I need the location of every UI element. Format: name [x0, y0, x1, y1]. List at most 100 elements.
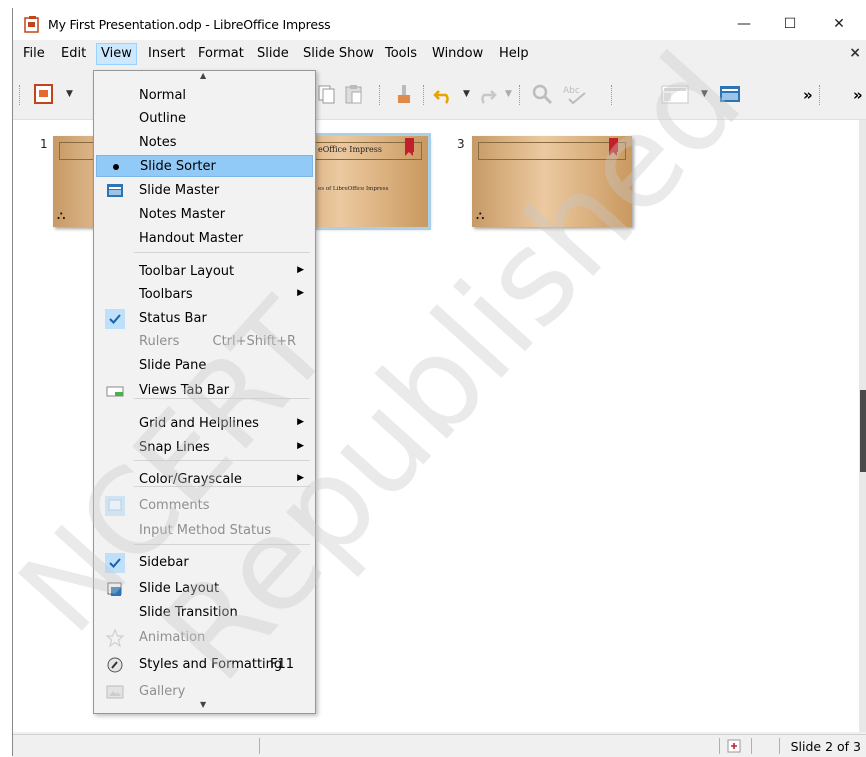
slide-master-icon	[105, 181, 125, 201]
title-bar: My First Presentation.odp - LibreOffice …	[13, 8, 866, 40]
styles-icon	[105, 655, 125, 675]
menu-item-slide-master[interactable]: Slide Master	[96, 180, 313, 202]
ribbon-icon	[405, 138, 414, 156]
ribbon-icon	[609, 138, 618, 156]
menu-item-slide-sorter[interactable]: Slide Sorter	[96, 155, 313, 177]
menu-item-shortcut: F11	[269, 657, 294, 672]
submenu-arrow-icon: ▶	[297, 265, 304, 275]
slide-layout-icon	[105, 579, 125, 599]
menu-item-rulers[interactable]: Rulers Ctrl+Shift+R	[96, 331, 313, 353]
slide-number: 1	[40, 137, 48, 151]
clone-formatting-icon[interactable]	[393, 83, 415, 105]
submenu-arrow-icon: ▶	[297, 288, 304, 298]
close-button[interactable]: ✕	[816, 8, 862, 40]
menu-item-normal[interactable]: Normal	[96, 85, 313, 107]
menu-item-input-method-status[interactable]: Input Method Status	[96, 520, 313, 542]
redo-icon[interactable]	[475, 83, 497, 105]
menu-item-label: Animation	[139, 630, 206, 645]
toolbar-separator	[379, 85, 381, 105]
spelling-icon[interactable]: Abc	[561, 83, 591, 105]
menu-item-styles-and-formatting[interactable]: Styles and Formatting F11	[96, 654, 313, 676]
maximize-button[interactable]: ☐	[767, 8, 813, 40]
menu-file[interactable]: File	[19, 44, 49, 64]
display-views-icon[interactable]	[661, 83, 689, 105]
menu-separator	[134, 460, 310, 461]
document-modified-icon[interactable]	[727, 739, 741, 753]
menu-slide-show[interactable]: Slide Show	[299, 44, 378, 64]
scroll-up-arrow-icon[interactable]: ▲	[200, 71, 206, 80]
menu-item-handout-master[interactable]: Handout Master	[96, 228, 313, 250]
menu-item-toolbar-layout[interactable]: Toolbar Layout ▶	[96, 261, 313, 283]
undo-icon[interactable]	[433, 83, 455, 105]
menu-item-slide-pane[interactable]: Slide Pane	[96, 355, 313, 377]
menu-tools[interactable]: Tools	[381, 44, 421, 64]
toolbar-separator	[423, 85, 425, 105]
new-dropdown-arrow-icon[interactable]: ▼	[66, 89, 73, 99]
slide-number: 3	[457, 137, 465, 151]
menu-item-label: Grid and Helplines	[139, 416, 259, 431]
master-slides-icon[interactable]	[719, 83, 741, 105]
menu-item-label: Styles and Formatting	[139, 657, 283, 672]
toolbar-grip[interactable]	[19, 85, 21, 105]
menu-insert[interactable]: Insert	[144, 44, 189, 64]
gallery-icon	[105, 682, 125, 702]
copy-icon[interactable]	[315, 83, 337, 105]
menu-item-animation[interactable]: Animation	[96, 627, 313, 649]
toolbar-grip[interactable]	[819, 85, 821, 105]
menu-item-label: Slide Pane	[139, 358, 207, 373]
menu-bar: File Edit View Insert Format Slide Slide…	[13, 41, 866, 67]
menu-format[interactable]: Format	[194, 44, 248, 64]
close-document-icon[interactable]: ×	[849, 45, 861, 61]
submenu-arrow-icon: ▶	[297, 473, 304, 483]
minimize-button[interactable]: —	[721, 8, 767, 40]
menu-item-grid-and-helplines[interactable]: Grid and Helplines ▶	[96, 413, 313, 435]
menu-item-notes-master[interactable]: Notes Master	[96, 204, 313, 226]
checkmark-icon	[105, 553, 125, 573]
menu-item-label: Slide Sorter	[140, 159, 216, 174]
toolbar-overflow-icon-2[interactable]: »	[853, 86, 863, 104]
redo-dropdown-arrow-icon[interactable]: ▼	[505, 89, 512, 99]
new-presentation-icon[interactable]	[33, 83, 55, 105]
menu-view[interactable]: View	[96, 43, 137, 65]
menu-item-slide-layout[interactable]: Slide Layout	[96, 578, 313, 600]
menu-item-label: Sidebar	[139, 555, 189, 570]
toolbar-separator	[519, 85, 521, 105]
menu-item-sidebar[interactable]: Sidebar	[96, 552, 313, 574]
checkmark-icon	[105, 309, 125, 329]
menu-item-label: Slide Master	[139, 183, 220, 198]
menu-item-label: Color/Grayscale	[139, 472, 242, 487]
menu-item-label: Normal	[139, 88, 187, 103]
menu-item-snap-lines[interactable]: Snap Lines ▶	[96, 437, 313, 459]
undo-dropdown-arrow-icon[interactable]: ▼	[463, 89, 470, 99]
menu-separator	[134, 398, 310, 399]
menu-item-label: Comments	[139, 498, 210, 513]
menu-item-notes[interactable]: Notes	[96, 132, 313, 154]
menu-slide[interactable]: Slide	[253, 44, 293, 64]
slide-body-text: es of LibreOffice Impress	[318, 186, 389, 192]
menu-item-comments[interactable]: Comments	[96, 495, 313, 517]
menu-edit[interactable]: Edit	[57, 44, 90, 64]
toolbar-overflow-icon[interactable]: »	[803, 86, 813, 104]
menu-item-label: Gallery	[139, 684, 186, 699]
menu-window[interactable]: Window	[428, 44, 487, 64]
menu-item-label: Toolbar Layout	[139, 264, 235, 279]
menu-item-outline[interactable]: Outline	[96, 108, 313, 130]
menu-item-label: Toolbars	[139, 287, 193, 302]
slide-count-status: Slide 2 of 3	[790, 739, 861, 754]
slide-thumbnail-3[interactable]: ⛬	[472, 136, 632, 227]
paste-icon[interactable]	[343, 83, 365, 105]
find-replace-icon[interactable]	[531, 83, 553, 105]
menu-item-slide-transition[interactable]: Slide Transition	[96, 602, 313, 624]
menu-item-color-grayscale[interactable]: Color/Grayscale ▶	[96, 469, 313, 491]
radio-dot-icon	[106, 157, 126, 177]
sidebar-toggle-tab[interactable]	[860, 390, 866, 472]
menu-help[interactable]: Help	[495, 44, 533, 64]
menu-item-gallery[interactable]: Gallery	[96, 681, 313, 703]
menu-item-status-bar[interactable]: Status Bar	[96, 308, 313, 330]
menu-item-label: Notes Master	[139, 207, 226, 222]
svg-text:Abc: Abc	[563, 86, 580, 96]
submenu-arrow-icon: ▶	[297, 441, 304, 451]
views-dropdown-arrow-icon[interactable]: ▼	[701, 89, 708, 99]
menu-item-label: Outline	[139, 111, 187, 126]
menu-item-toolbars[interactable]: Toolbars ▶	[96, 284, 313, 306]
